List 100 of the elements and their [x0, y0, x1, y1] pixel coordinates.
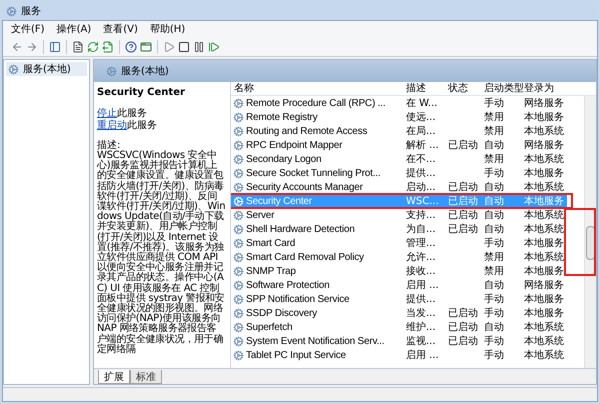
table-row[interactable]: System Event Notification Serv... 监视... 已启动 手动 本地系统: [231, 334, 567, 348]
logon-cell-text: 本地系统: [523, 250, 565, 264]
stop-icon[interactable]: [178, 40, 190, 52]
gear-icon: [233, 126, 244, 136]
table-row[interactable]: Server 支持... 已启动 自动 本地系统: [231, 208, 567, 222]
action-text: 停止此服务: [97, 108, 148, 120]
description-cell-text: 当发...: [405, 306, 437, 320]
startup-cell-text: 禁用: [483, 264, 505, 278]
table-row[interactable]: Remote Procedure Call (RPC) ... 在 W... 手动 网络服务: [231, 96, 567, 110]
scrollbar[interactable]: [584, 96, 596, 368]
startup-cell-text: 自动: [483, 278, 505, 292]
table-row[interactable]: SPP Notification Service 提供... 手动 本地服务: [231, 292, 567, 306]
status-cell-text: 已启动: [447, 194, 479, 208]
description-cell-text: 启用 ...: [405, 278, 440, 292]
logon-cell-text: 本地服务: [523, 236, 565, 250]
logon-cell-text: 本地系统: [523, 152, 565, 166]
description-cell-text: 维护...: [405, 320, 437, 334]
menu-item[interactable]: 文件(F): [11, 22, 45, 36]
column-header[interactable]: 名称: [231, 81, 403, 96]
logon-cell-text: 本地系统: [523, 208, 565, 222]
table-row[interactable]: Secondary Logon 在不... 禁用 本地系统: [231, 152, 567, 166]
properties-icon[interactable]: [72, 40, 84, 52]
service-name: Remote Registry: [246, 110, 318, 124]
gear-icon: [233, 182, 244, 192]
description-text: WSCSVC(Windows 安全中心)服务监视并报告计算机上的安全健康设置。健康设置包括防火墙(打开/关闭)、防病毒软件(打开/关闭/过期)、反间谍软件(打开/关闭/过期)、Windows Update(自动/手动下载并安装更新)、用户帐户控制(打开/关闭)以及 Internet 设置(推荐/不推荐)。该服务为独立软件供应商提供 COM API 以便向安全中心服务注册并记录其产品的状态。操作中心(AC) UI 使用该服务在 AC 控制面板中提供 systray 警报和安全健康状况的图形视图。网络访问保护(NAP)使用该服务向 NAP 网络策略服务器报告客户端的安全健康状况，用于确定网络隔: [97, 151, 226, 356]
description-cell-text: 为自...: [405, 222, 437, 236]
description-cell-text: 启用 ...: [405, 348, 440, 362]
table-row[interactable]: Software Protection 启用 ... 自动 网络服务: [231, 278, 567, 292]
table-row[interactable]: Superfetch 维护... 已启动 自动 本地系统: [231, 320, 567, 334]
status-cell-text: 已启动: [447, 320, 479, 334]
table-row[interactable]: Remote Registry 使远... 禁用 本地服务: [231, 110, 567, 124]
forward-icon[interactable]: [26, 40, 38, 52]
column-header[interactable]: 状态: [445, 81, 481, 96]
menu-item[interactable]: 操作(A): [56, 22, 92, 36]
description-label: 描述:: [97, 140, 120, 151]
service-name: Security Accounts Manager: [246, 180, 363, 194]
description-cell-text: 管理...: [405, 236, 437, 250]
action-link[interactable]: 停止: [97, 108, 117, 119]
restart-icon[interactable]: [208, 40, 220, 52]
table-row[interactable]: SSDP Discovery 当发... 已启动 手动 本地服务: [231, 306, 567, 320]
logon-cell-text: 本地系统: [523, 222, 565, 236]
table-row[interactable]: Security Accounts Manager 启动... 已启动 自动 本地系统: [231, 180, 567, 194]
back-icon[interactable]: [11, 40, 23, 52]
startup-cell-text: 自动: [483, 194, 505, 208]
status-cell-text: 已启动: [447, 334, 479, 348]
table-row[interactable]: Smart Card 管理... 手动 本地服务: [231, 236, 567, 250]
column-header[interactable]: 描述: [403, 81, 445, 96]
service-name: RPC Endpoint Mapper: [246, 138, 342, 152]
service-name: SNMP Trap: [246, 264, 296, 278]
status-cell-text: 已启动: [447, 138, 479, 152]
service-name: Smart Card: [246, 236, 296, 250]
startup-cell-text: 禁用: [483, 124, 505, 138]
description-cell-text: 支持...: [405, 208, 437, 222]
menu-item[interactable]: 帮助(H): [150, 22, 186, 36]
help-icon[interactable]: [125, 40, 137, 52]
action-link[interactable]: 重启动: [97, 120, 127, 131]
export-icon[interactable]: [102, 40, 114, 52]
logon-cell-text: 本地服务: [523, 110, 565, 124]
table-row[interactable]: Shell Hardware Detection 为自... 已启动 自动 本地系统: [231, 222, 567, 236]
pause-icon[interactable]: [193, 40, 205, 52]
table-row[interactable]: Smart Card Removal Policy 允许... 禁用 本地系统: [231, 250, 567, 264]
gear-icon: [233, 336, 244, 346]
service-name: SSDP Discovery: [246, 306, 317, 320]
tree-toggle-icon[interactable]: [49, 40, 61, 52]
startup-cell-text: 禁用: [483, 110, 505, 124]
gear-icon: [233, 112, 244, 122]
status-cell-text: 已启动: [447, 180, 479, 194]
gear-icon: [8, 64, 19, 74]
logon-cell-text: 本地服务: [523, 194, 565, 208]
startup-cell-text: 禁用: [483, 250, 505, 264]
logon-cell-text: 本地系统: [523, 334, 565, 348]
table-row[interactable]: Routing and Remote Access 在局... 禁用 本地系统: [231, 124, 567, 138]
tree-item[interactable]: 服务(本地): [6, 62, 87, 76]
table-row[interactable]: RPC Endpoint Mapper 解析 ... 已启动 自动 网络服务: [231, 138, 567, 152]
table-row[interactable]: Tablet PC Input Service 启用 ... 手动 本地系统: [231, 348, 567, 362]
gear-icon: [233, 294, 244, 304]
startup-cell-text: 禁用: [483, 152, 505, 166]
logon-cell-text: 网络服务: [523, 138, 565, 152]
table-row[interactable]: Secure Socket Tunneling Prot... 提供... 手动 本地服务: [231, 166, 567, 180]
description-cell-text: 接收...: [405, 264, 437, 278]
refresh-icon[interactable]: [87, 40, 99, 52]
status-cell-text: 已启动: [447, 208, 479, 222]
logon-cell-text: 本地系统: [523, 320, 565, 334]
menu-item[interactable]: 查看(V): [103, 22, 138, 36]
table-row[interactable]: SNMP Trap 接收... 禁用 本地服务: [231, 264, 567, 278]
view-tab[interactable]: 标准: [130, 370, 162, 384]
description-cell-text: 在 W...: [405, 96, 438, 110]
service-name: System Event Notification Serv...: [246, 334, 384, 348]
service-name: Superfetch: [246, 320, 292, 334]
gear-icon: [233, 168, 244, 178]
description-cell-text: 使远...: [405, 110, 437, 124]
status-cell-text: 已启动: [447, 306, 479, 320]
column-header[interactable]: 启动类型: [481, 81, 521, 96]
console-icon[interactable]: [140, 40, 152, 52]
gear-icon: [233, 280, 244, 290]
startup-cell-text: 手动: [483, 166, 505, 180]
gear-icon: [233, 308, 244, 318]
view-tab[interactable]: 扩展: [98, 370, 130, 384]
gear-icon: [233, 140, 244, 150]
gear-icon: [233, 98, 244, 108]
